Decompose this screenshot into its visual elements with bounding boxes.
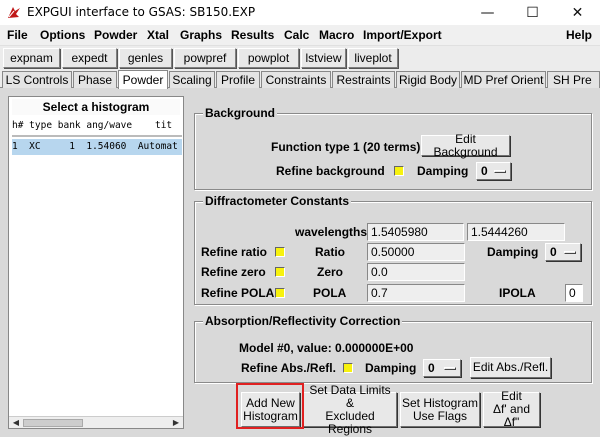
tab-scaling[interactable]: Scaling bbox=[169, 71, 215, 88]
highlight-annotation bbox=[236, 383, 304, 429]
refine-zero-checkbox[interactable] bbox=[275, 267, 285, 277]
expnam-button[interactable]: expnam bbox=[3, 48, 60, 68]
minimize-icon[interactable]: — bbox=[465, 0, 510, 25]
tab-constraints[interactable]: Constraints bbox=[261, 71, 331, 88]
refine-zero-label: Refine zero bbox=[201, 265, 266, 279]
absorption-model-text: Model #0, value: 0.000000E+00 bbox=[239, 341, 414, 355]
wavelengths-label: wavelengths bbox=[295, 225, 368, 239]
diffractometer-legend: Diffractometer Constants bbox=[203, 194, 352, 208]
diffractometer-group: Diffractometer Constants wavelengths 1.5… bbox=[194, 194, 592, 305]
ipola-label: IPOLA bbox=[499, 286, 536, 300]
scroll-right-icon[interactable]: ▶ bbox=[170, 418, 182, 428]
command-toolbar: expnam expedt genles powpref powplot lst… bbox=[0, 46, 600, 70]
diffractometer-damping-label: Damping bbox=[487, 245, 539, 259]
menu-xtal[interactable]: Xtal bbox=[147, 28, 169, 42]
powpref-button[interactable]: powpref bbox=[174, 48, 236, 68]
dropdown-indicator-icon bbox=[564, 251, 576, 254]
diffractometer-damping-value: 0 bbox=[550, 245, 557, 259]
menu-macro[interactable]: Macro bbox=[319, 28, 354, 42]
liveplot-button[interactable]: liveplot bbox=[348, 48, 398, 68]
histogram-list-header: h# type bank ang/wave tit bbox=[12, 120, 173, 131]
refine-absorption-checkbox[interactable] bbox=[343, 363, 353, 373]
set-histogram-flags-button[interactable]: Set Histogram Use Flags bbox=[400, 392, 480, 427]
zero-label: Zero bbox=[317, 265, 344, 279]
absorption-damping-label: Damping bbox=[365, 361, 417, 375]
menu-options[interactable]: Options bbox=[40, 28, 85, 42]
zero-field[interactable]: 0.0 bbox=[367, 263, 465, 281]
wavelength2-field[interactable]: 1.5444260 bbox=[467, 223, 565, 241]
notebook-tabs: LS Controls Phase Powder Scaling Profile… bbox=[0, 70, 600, 89]
background-group: Background Function type 1 (20 terms) Ed… bbox=[194, 106, 592, 190]
set-limits-label-line2: Excluded Regions bbox=[325, 408, 375, 436]
histogram-list-scrollbar[interactable]: ◀ ▶ bbox=[9, 416, 183, 428]
tab-restraints[interactable]: Restraints bbox=[332, 71, 395, 88]
refine-absorption-label: Refine Abs./Refl. bbox=[241, 361, 336, 375]
absorption-damping-select[interactable]: 0 bbox=[423, 359, 461, 377]
histogram-list: Select a histogram h# type bank ang/wave… bbox=[8, 96, 184, 429]
dropdown-indicator-icon bbox=[494, 170, 506, 173]
set-data-limits-button[interactable]: Set Data Limits & Excluded Regions bbox=[303, 383, 397, 435]
menu-calc[interactable]: Calc bbox=[284, 28, 309, 42]
refine-background-checkbox[interactable] bbox=[394, 166, 404, 176]
menu-results[interactable]: Results bbox=[231, 28, 274, 42]
wavelength1-field[interactable]: 1.5405980 bbox=[367, 223, 464, 241]
background-damping-select[interactable]: 0 bbox=[476, 162, 511, 180]
tab-sh-pref[interactable]: SH Pre bbox=[547, 71, 600, 88]
absorption-group: Absorption/Reflectivity Correction Model… bbox=[194, 314, 592, 383]
background-legend: Background bbox=[203, 106, 278, 120]
edit-delta-f-button[interactable]: Edit Δf' and Δf" bbox=[483, 390, 540, 429]
background-function-text: Function type 1 (20 terms) bbox=[271, 140, 421, 154]
ipola-field[interactable]: 0 bbox=[565, 284, 583, 302]
histogram-list-title: Select a histogram bbox=[12, 99, 180, 115]
ratio-field[interactable]: 0.50000 bbox=[367, 243, 465, 261]
tab-profile[interactable]: Profile bbox=[216, 71, 260, 88]
histogram-row[interactable]: 1 XC 1 1.54060 Automat bbox=[12, 139, 182, 155]
dropdown-indicator-icon bbox=[444, 367, 456, 370]
refine-ratio-checkbox[interactable] bbox=[275, 247, 285, 257]
menu-bar: File Options Powder Xtal Graphs Results … bbox=[0, 25, 600, 46]
tab-ls-controls[interactable]: LS Controls bbox=[2, 71, 72, 88]
edit-df-label-line2: Δf' and Δf" bbox=[493, 402, 530, 429]
background-damping-value: 0 bbox=[481, 164, 488, 178]
tk-feather-icon bbox=[6, 5, 22, 20]
ratio-label: Ratio bbox=[315, 245, 345, 259]
set-flags-label-line2: Use Flags bbox=[412, 408, 468, 423]
expedt-button[interactable]: expedt bbox=[62, 48, 117, 68]
tab-powder[interactable]: Powder bbox=[118, 70, 168, 89]
menu-powder[interactable]: Powder bbox=[94, 28, 137, 42]
tab-phase[interactable]: Phase bbox=[73, 71, 117, 88]
diffractometer-damping-select[interactable]: 0 bbox=[545, 243, 581, 261]
refine-background-label: Refine background bbox=[276, 164, 385, 178]
background-damping-label: Damping bbox=[417, 164, 469, 178]
menu-graphs[interactable]: Graphs bbox=[180, 28, 222, 42]
tab-rigid-body[interactable]: Rigid Body bbox=[396, 71, 460, 88]
divider bbox=[12, 135, 182, 137]
scroll-left-icon[interactable]: ◀ bbox=[10, 418, 22, 428]
set-limits-label-line1: Set Data Limits & bbox=[309, 382, 391, 410]
window-titlebar: EXPGUI interface to GSAS: SB150.EXP — ☐ … bbox=[0, 0, 600, 25]
absorption-legend: Absorption/Reflectivity Correction bbox=[203, 314, 403, 328]
tab-md-pref-orient[interactable]: MD Pref Orient bbox=[461, 71, 546, 88]
window-title: EXPGUI interface to GSAS: SB150.EXP bbox=[27, 5, 256, 19]
pola-field[interactable]: 0.7 bbox=[367, 284, 465, 302]
edit-absorption-button[interactable]: Edit Abs./Refl. bbox=[470, 357, 551, 378]
menu-import-export[interactable]: Import/Export bbox=[363, 28, 442, 42]
lstview-button[interactable]: lstview bbox=[301, 48, 346, 68]
set-flags-label-line1: Set Histogram bbox=[401, 395, 479, 410]
maximize-icon[interactable]: ☐ bbox=[510, 0, 555, 25]
genles-button[interactable]: genles bbox=[119, 48, 172, 68]
pola-label: POLA bbox=[313, 286, 347, 300]
edit-background-button[interactable]: Edit Background bbox=[421, 132, 510, 158]
absorption-damping-value: 0 bbox=[428, 361, 435, 375]
menu-help[interactable]: Help bbox=[566, 28, 592, 42]
menu-file[interactable]: File bbox=[7, 28, 28, 42]
refine-pola-label: Refine POLA bbox=[201, 286, 275, 300]
scrollbar-thumb[interactable] bbox=[23, 419, 83, 427]
refine-ratio-label: Refine ratio bbox=[201, 245, 268, 259]
powplot-button[interactable]: powplot bbox=[238, 48, 299, 68]
refine-pola-checkbox[interactable] bbox=[275, 288, 285, 298]
close-icon[interactable]: ✕ bbox=[555, 0, 600, 25]
